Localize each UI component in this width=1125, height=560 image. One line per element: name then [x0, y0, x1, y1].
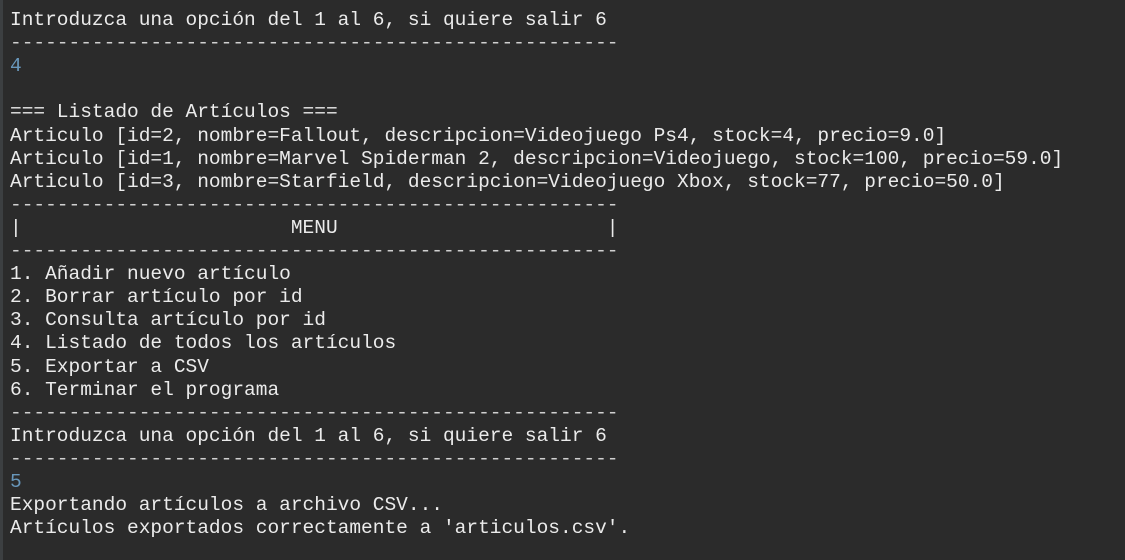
- separator-line: ----------------------------------------…: [10, 32, 619, 55]
- console-gutter: [0, 0, 3, 560]
- output-line: Artículos exportados correctamente a 'ar…: [10, 517, 631, 540]
- user-input-line: 5: [10, 470, 22, 493]
- output-line: Exportando artículos a archivo CSV...: [10, 494, 443, 517]
- output-line: Articulo [id=2, nombre=Fallout, descripc…: [10, 124, 947, 147]
- output-line: Introduzca una opción del 1 al 6, si qui…: [10, 424, 607, 447]
- output-line: Articulo [id=3, nombre=Starfield, descri…: [10, 170, 1005, 193]
- output-line: 2. Borrar artículo por id: [10, 286, 303, 309]
- console-lines: ----------------------------------------…: [10, 0, 1125, 540]
- output-line: 4. Listado de todos los artículos: [10, 332, 397, 355]
- output-line: 5. Exportar a CSV: [10, 355, 209, 378]
- output-line: === Listado de Artículos ===: [10, 101, 338, 124]
- separator-line: ----------------------------------------…: [10, 240, 619, 263]
- separator-line: ----------------------------------------…: [10, 193, 619, 216]
- output-line: 3. Consulta artículo por id: [10, 309, 326, 332]
- separator-line: ----------------------------------------…: [10, 447, 619, 470]
- user-input-line: 4: [10, 55, 22, 78]
- output-line: Articulo [id=1, nombre=Marvel Spiderman …: [10, 147, 1064, 170]
- output-line: 6. Terminar el programa: [10, 378, 280, 401]
- console-output[interactable]: ----------------------------------------…: [0, 0, 1125, 560]
- output-line: | MENU |: [10, 216, 619, 239]
- output-line: Introduzca una opción del 1 al 6, si qui…: [10, 9, 607, 32]
- output-line: 1. Añadir nuevo artículo: [10, 263, 291, 286]
- separator-line: ----------------------------------------…: [10, 0, 1125, 9]
- separator-line: ----------------------------------------…: [10, 401, 619, 424]
